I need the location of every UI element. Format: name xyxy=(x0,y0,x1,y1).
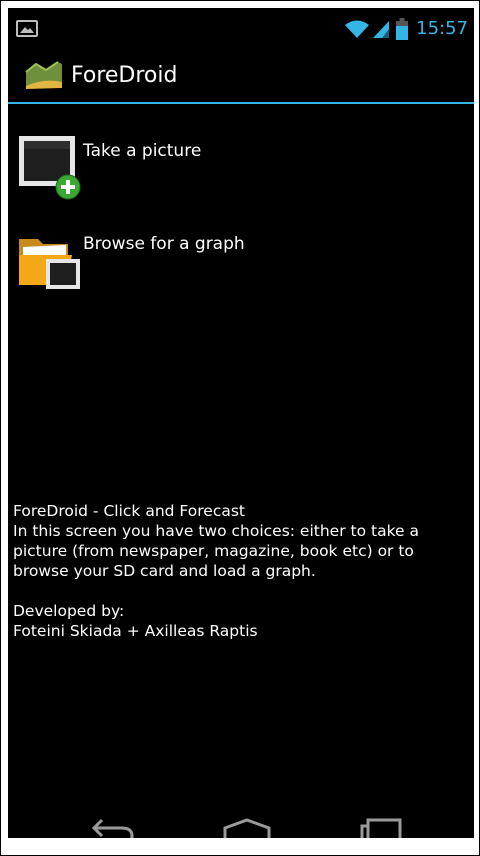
info-description: In this screen you have two choices: eit… xyxy=(13,522,419,580)
browse-graph-label: Browse for a graph xyxy=(83,234,245,254)
info-section: ForeDroid - Click and Forecast In this s… xyxy=(13,501,465,641)
navigation-bar xyxy=(8,808,474,838)
developers-names: Foteini Skiada + Axilleas Raptis xyxy=(13,622,258,640)
battery-icon xyxy=(396,18,409,40)
status-icons: 15:57 xyxy=(344,17,468,41)
back-icon[interactable] xyxy=(90,818,136,838)
home-icon[interactable] xyxy=(222,818,272,838)
folder-image-icon xyxy=(18,227,84,293)
signal-icon xyxy=(373,21,390,38)
browse-graph-option[interactable]: Browse for a graph xyxy=(18,227,458,295)
developed-by-label: Developed by: xyxy=(13,602,125,620)
info-heading: ForeDroid - Click and Forecast xyxy=(13,502,245,520)
status-clock: 15:57 xyxy=(416,18,468,39)
action-bar: ForeDroid xyxy=(8,48,474,104)
camera-add-icon xyxy=(18,134,84,200)
image-notification-icon xyxy=(16,20,38,37)
wifi-icon xyxy=(345,20,370,38)
take-picture-label: Take a picture xyxy=(83,141,202,161)
phone-screen: 15:57 ForeDroid Take a picture Browse fo… xyxy=(8,8,474,838)
status-bar: 15:57 xyxy=(8,8,474,48)
foredroid-logo-icon xyxy=(24,60,64,94)
take-picture-option[interactable]: Take a picture xyxy=(18,134,458,202)
app-title: ForeDroid xyxy=(71,63,178,88)
device-frame: 15:57 ForeDroid Take a picture Browse fo… xyxy=(0,0,480,856)
recent-apps-icon[interactable] xyxy=(358,818,404,838)
